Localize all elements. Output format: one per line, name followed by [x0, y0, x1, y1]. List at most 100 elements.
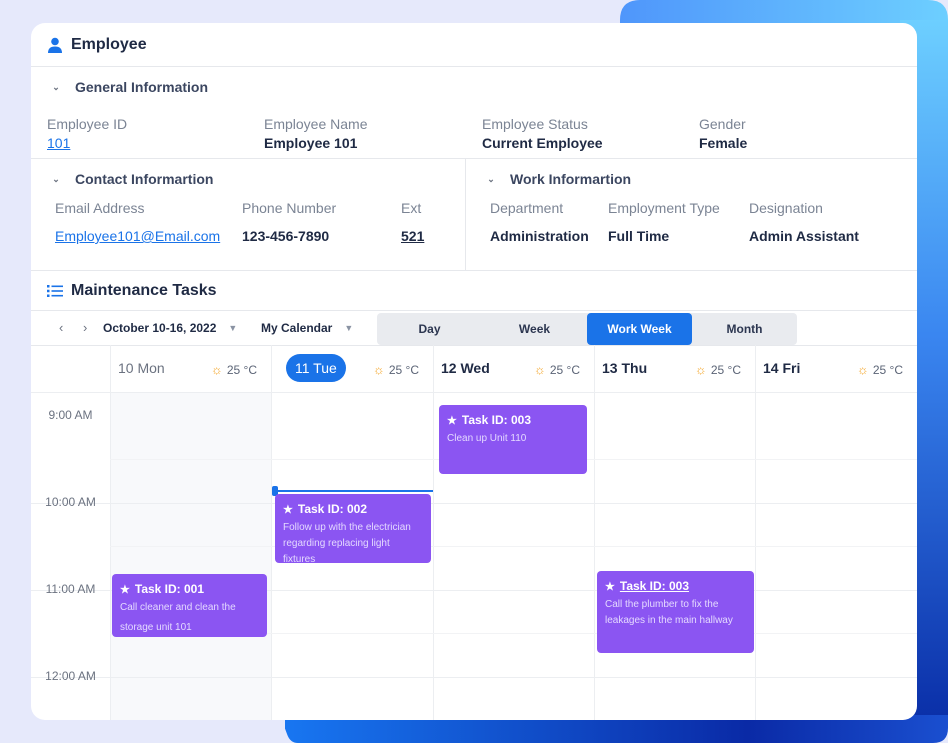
view-day-button[interactable]: Day: [377, 313, 482, 345]
field-value: Full Time: [608, 228, 670, 244]
current-time-line: [272, 490, 433, 492]
day-label: 13 Thu: [602, 360, 648, 376]
designation-field: Designation Admin Assistant: [749, 200, 859, 244]
field-label: Phone Number: [242, 200, 337, 216]
field-label: Employee Status: [482, 116, 588, 132]
ext-field: Ext 521: [401, 200, 424, 244]
gender-field: Gender Female: [699, 116, 747, 151]
view-work-week-button[interactable]: Work Week: [587, 313, 692, 345]
sun-icon: ☼: [694, 362, 707, 377]
calendar-dropdown[interactable]: My Calendar ▼: [261, 321, 353, 335]
date-range-dropdown[interactable]: October 10-16, 2022 ▼: [103, 321, 237, 335]
task-event[interactable]: ★ Task ID: 003 Call the plumber to fix th…: [597, 571, 754, 653]
calendar-grid: 10 Mon ☼ 25 °C 11 Tue ☼ 25 °C 12 Wed ☼ 25 °…: [31, 345, 917, 720]
maintenance-tasks-header: Maintenance Tasks: [31, 271, 917, 311]
next-button[interactable]: ›: [83, 320, 87, 335]
field-label: Department: [490, 200, 564, 216]
employee-id-link[interactable]: 101: [47, 135, 127, 151]
task-title: Task ID: 003: [461, 413, 532, 427]
task-event[interactable]: ★ Task ID: 001 Call cleaner and clean the…: [112, 574, 267, 637]
field-label: Employee ID: [47, 116, 128, 132]
employee-name-field: Employee Name Employee 101: [264, 116, 368, 151]
time-header-corner: [31, 345, 110, 393]
field-value: Female: [699, 135, 748, 151]
maintenance-tasks-title: Maintenance Tasks: [71, 281, 217, 299]
calendar-label: My Calendar: [261, 321, 333, 335]
day-header-tue[interactable]: 11 Tue ☼ 25 °C: [271, 345, 433, 393]
chevron-down-icon: ⌄: [52, 81, 60, 92]
list-icon: [47, 284, 63, 297]
temperature: 25 °C: [872, 362, 903, 377]
temperature: 25 °C: [226, 362, 257, 377]
half-hour-line: [110, 546, 917, 547]
caret-down-icon: ▼: [228, 323, 238, 333]
temperature: 25 °C: [549, 362, 580, 377]
day-column-mon[interactable]: [110, 393, 271, 720]
field-value: Employee 101: [264, 135, 358, 151]
work-information-section: ⌄ Work Informartion Department Administr…: [466, 159, 917, 270]
day-header-fri[interactable]: 14 Fri ☼ 25 °C: [755, 345, 917, 393]
time-label: 12:00 AM: [45, 669, 96, 683]
day-label: 10 Mon: [118, 360, 165, 376]
sun-icon: ☼: [856, 362, 869, 377]
section-title: Contact Informartion: [75, 171, 214, 187]
task-description: Call the plumber to fix the leakages in …: [605, 599, 733, 626]
section-title: General Information: [75, 79, 209, 95]
temperature: 25 °C: [710, 362, 741, 377]
task-title: Task ID: 002: [297, 502, 368, 516]
field-value: 123-456-7890: [242, 228, 330, 244]
field-label: Employment Type: [608, 200, 720, 216]
view-month-button[interactable]: Month: [692, 313, 797, 345]
task-title: Task ID: 003: [619, 579, 690, 593]
day-column-fri[interactable]: [755, 393, 917, 720]
chevron-down-icon: ⌄: [52, 173, 60, 184]
general-information-toggle[interactable]: ⌄ General Information: [51, 79, 208, 95]
today-badge: 11 Tue: [286, 354, 346, 382]
phone-field: Phone Number 123-456-7890: [242, 200, 336, 244]
task-event[interactable]: ★ Task ID: 003 Clean up Unit 110: [439, 405, 587, 474]
field-label: Designation: [749, 200, 823, 216]
task-title: Task ID: 001: [134, 582, 205, 596]
weather: ☼ 25 °C: [211, 362, 257, 377]
department-field: Department Administration: [490, 200, 589, 244]
task-description: Clean up Unit 110: [447, 433, 527, 444]
day-column-thu[interactable]: [594, 393, 755, 720]
ext-link[interactable]: 521: [401, 228, 424, 244]
email-link[interactable]: Employee101@Email.com: [55, 228, 220, 244]
temperature: 25 °C: [388, 362, 419, 377]
task-description: Call cleaner and clean the storage unit …: [120, 602, 236, 633]
star-icon: ★: [120, 583, 130, 596]
day-label: 14 Fri: [763, 360, 801, 376]
employee-title: Employee: [71, 35, 147, 53]
day-header-mon[interactable]: 10 Mon ☼ 25 °C: [110, 345, 271, 393]
contact-information-toggle[interactable]: ⌄ Contact Informartion: [51, 171, 213, 187]
user-icon: [48, 37, 62, 53]
weather: ☼ 25 °C: [534, 362, 580, 377]
field-value: Current Employee: [482, 135, 603, 151]
chevron-down-icon: ⌄: [487, 173, 495, 184]
field-label: Gender: [699, 116, 746, 132]
email-field: Email Address Employee101@Email.com: [55, 200, 220, 244]
sun-icon: ☼: [533, 362, 546, 377]
time-label: 9:00 AM: [48, 408, 93, 422]
day-header-wed[interactable]: 12 Wed ☼ 25 °C: [433, 345, 594, 393]
star-icon: ★: [447, 414, 457, 427]
weather: ☼ 25 °C: [695, 362, 741, 377]
work-information-toggle[interactable]: ⌄ Work Informartion: [486, 171, 631, 187]
date-range-label: October 10-16, 2022: [103, 321, 217, 335]
weather: ☼ 25 °C: [373, 362, 419, 377]
field-label: Email Address: [55, 200, 145, 216]
calendar-toolbar: ‹ › October 10-16, 2022 ▼ My Calendar ▼ …: [31, 311, 917, 346]
day-header-thu[interactable]: 13 Thu ☼ 25 °C: [594, 345, 755, 393]
field-label: Ext: [401, 200, 422, 216]
view-week-button[interactable]: Week: [482, 313, 587, 345]
field-value: Administration: [490, 228, 589, 244]
task-event[interactable]: ★ Task ID: 002 Follow up with the electri…: [275, 494, 431, 565]
day-label: 12 Wed: [441, 360, 490, 376]
field-value: Admin Assistant: [749, 228, 859, 244]
field-label: Employee Name: [264, 116, 368, 132]
employee-id-field: Employee ID 101: [47, 116, 127, 151]
hour-line: [31, 677, 917, 678]
task-description: Follow up with the electrician regarding…: [283, 522, 411, 565]
previous-button[interactable]: ‹: [59, 320, 63, 335]
